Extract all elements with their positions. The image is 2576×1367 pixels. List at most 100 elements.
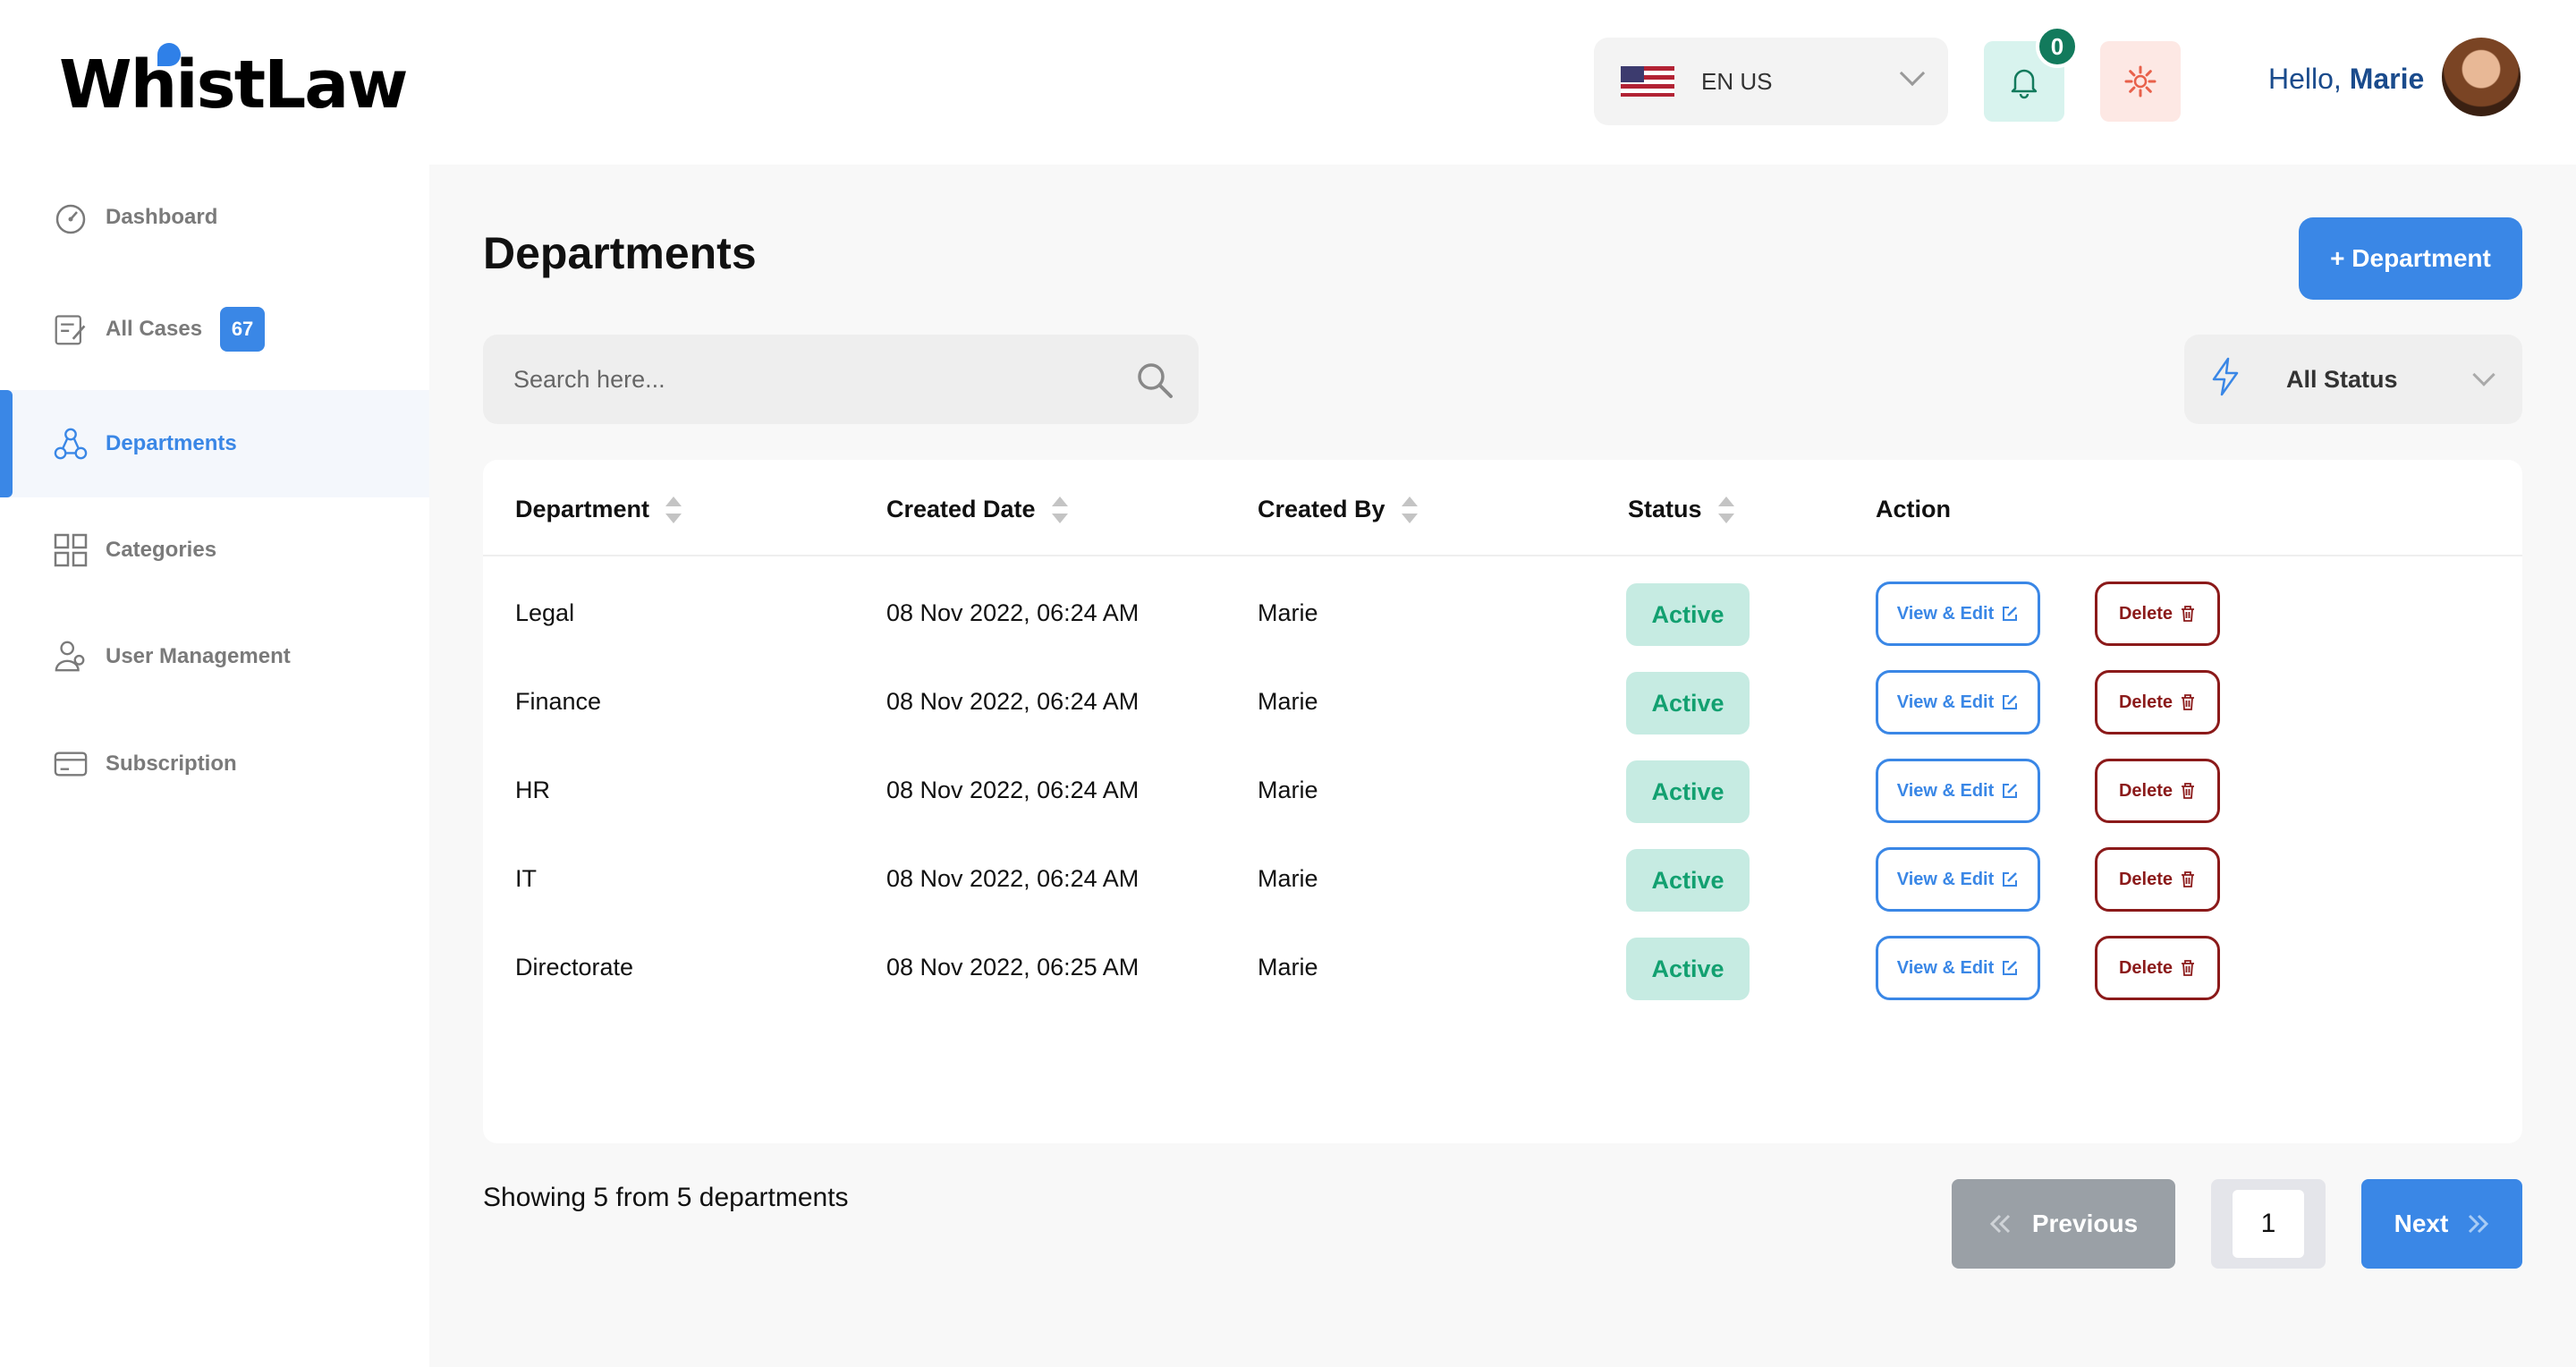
avatar[interactable] (2442, 38, 2521, 116)
created-date: 08 Nov 2022, 06:24 AM (886, 688, 1140, 715)
language-selector[interactable]: EN US (1594, 38, 1948, 125)
status-filter-label: All Status (2286, 365, 2398, 393)
department-name: Finance (515, 688, 602, 715)
status-badge: Active (1626, 849, 1750, 912)
bell-icon (2011, 69, 2038, 99)
edit-icon (2001, 959, 2019, 977)
logo-mark-icon (157, 43, 181, 66)
button-label: Next (2394, 1210, 2449, 1237)
table-row: Directorate 08 Nov 2022, 06:25 AM Marie … (483, 923, 2522, 1012)
created-date: 08 Nov 2022, 06:24 AM (886, 599, 1140, 626)
delete-button[interactable]: Delete (2095, 847, 2220, 912)
table-row: Finance 08 Nov 2022, 06:24 AM Marie Acti… (483, 658, 2522, 746)
trash-icon (2180, 693, 2196, 711)
sort-icon[interactable] (1401, 496, 1418, 523)
department-name: Directorate (515, 954, 634, 981)
trash-icon (2180, 605, 2196, 623)
delete-button[interactable]: Delete (2095, 582, 2220, 646)
button-label: Delete (2118, 603, 2174, 624)
created-by: Marie (1258, 599, 1318, 626)
language-label: EN US (1701, 67, 1773, 95)
view-edit-button[interactable]: View & Edit (1876, 936, 2040, 1000)
created-by: Marie (1258, 688, 1318, 715)
app-logo[interactable]: WhistLaw (59, 43, 409, 123)
settings-button[interactable] (2100, 41, 2181, 122)
table-row: HR 08 Nov 2022, 06:24 AM Marie Active Vi… (483, 746, 2522, 835)
edit-icon (2001, 782, 2019, 800)
cases-icon (54, 312, 88, 346)
button-label: View & Edit (1896, 780, 1995, 801)
table-row: Legal 08 Nov 2022, 06:24 AM Marie Active… (483, 569, 2522, 658)
user-greeting: Hello, Marie (2268, 63, 2424, 96)
trash-icon (2180, 870, 2196, 888)
sidebar-item-label: Categories (106, 538, 217, 562)
created-date: 08 Nov 2022, 06:24 AM (886, 865, 1140, 892)
page-number-container: 1 (2211, 1179, 2326, 1269)
trash-icon (2180, 782, 2196, 800)
double-chevron-left-icon (1989, 1214, 2012, 1234)
created-by: Marie (1258, 865, 1318, 892)
column-header-created-by[interactable]: Created By (1258, 496, 1418, 523)
created-by: Marie (1258, 954, 1318, 981)
trash-icon (2180, 959, 2196, 977)
view-edit-button[interactable]: View & Edit (1876, 759, 2040, 823)
button-label: Previous (2031, 1210, 2139, 1237)
view-edit-button[interactable]: View & Edit (1876, 582, 2040, 646)
status-badge: Active (1626, 583, 1750, 646)
status-filter-dropdown[interactable]: All Status (2184, 335, 2522, 424)
status-badge: Active (1626, 672, 1750, 734)
sidebar-item-label: Departments (106, 431, 237, 455)
column-header-department[interactable]: Department (515, 496, 682, 523)
sort-icon[interactable] (1717, 496, 1734, 523)
sidebar-item-subscription[interactable]: Subscription (0, 710, 429, 818)
department-name: Legal (515, 599, 575, 626)
edit-icon (2001, 693, 2019, 711)
sidebar-item-user-management[interactable]: User Management (0, 603, 429, 710)
next-button[interactable]: Next (2361, 1179, 2522, 1269)
status-badge: Active (1626, 760, 1750, 823)
sidebar-item-all-cases[interactable]: All Cases 67 (0, 276, 429, 383)
header-divider (483, 555, 2522, 556)
double-chevron-right-icon (2466, 1214, 2489, 1234)
sidebar-item-label: User Management (106, 644, 291, 668)
view-edit-button[interactable]: View & Edit (1876, 847, 2040, 912)
status-badge: Active (1626, 938, 1750, 1000)
user-name: Marie (2349, 63, 2425, 95)
delete-button[interactable]: Delete (2095, 936, 2220, 1000)
page-number[interactable]: 1 (2233, 1190, 2304, 1258)
greeting-text: Hello, (2268, 63, 2342, 95)
sort-icon[interactable] (1051, 496, 1068, 523)
button-label: Delete (2118, 780, 2174, 801)
department-name: IT (515, 865, 537, 892)
delete-button[interactable]: Delete (2095, 670, 2220, 734)
column-header-created-date[interactable]: Created Date (886, 496, 1068, 523)
previous-button[interactable]: Previous (1952, 1179, 2175, 1269)
button-label: View & Edit (1896, 869, 1995, 889)
button-label: Delete (2118, 869, 2174, 889)
sidebar-item-label: Dashboard (106, 205, 218, 229)
sort-icon[interactable] (665, 496, 682, 523)
created-by: Marie (1258, 777, 1318, 803)
cases-count-badge: 67 (220, 307, 266, 352)
search-bar (483, 335, 1199, 424)
view-edit-button[interactable]: View & Edit (1876, 670, 2040, 734)
edit-icon (2001, 870, 2019, 888)
add-department-button[interactable]: + Department (2299, 217, 2522, 300)
chevron-down-icon (1899, 60, 1926, 87)
department-name: HR (515, 777, 550, 803)
sidebar-item-departments[interactable]: Departments (0, 390, 429, 497)
column-header-status[interactable]: Status (1628, 496, 1734, 523)
sidebar-item-categories[interactable]: Categories (0, 497, 429, 604)
sidebar-item-label: Subscription (106, 751, 237, 776)
top-bar (429, 0, 2576, 165)
column-label: Department (515, 496, 650, 522)
sidebar-item-dashboard[interactable]: Dashboard (0, 164, 429, 271)
subscription-icon (54, 747, 88, 781)
button-label: View & Edit (1896, 957, 1995, 978)
delete-button[interactable]: Delete (2095, 759, 2220, 823)
column-label: Created By (1258, 496, 1385, 522)
search-icon[interactable] (1136, 361, 1174, 403)
chevron-down-icon (2472, 363, 2496, 386)
search-input[interactable] (513, 365, 1086, 394)
column-header-action: Action (1876, 496, 1951, 523)
